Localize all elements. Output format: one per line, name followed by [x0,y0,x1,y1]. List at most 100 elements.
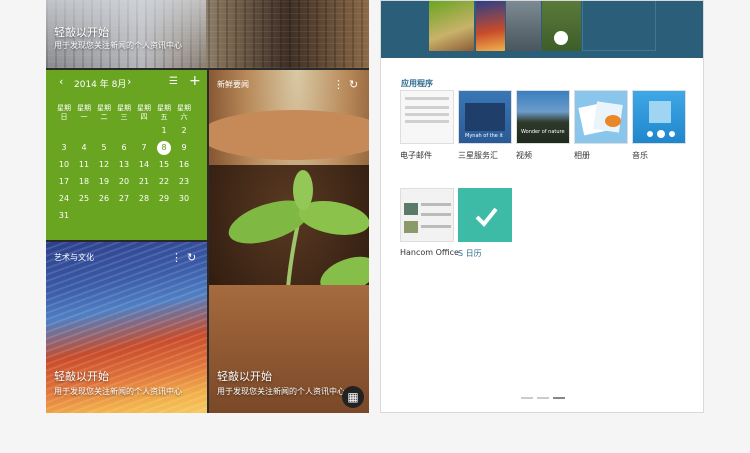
weekday-label: 星期三 [114,104,134,122]
calendar-day[interactable]: 20 [116,175,132,189]
news-tile-plant[interactable]: 新鲜要闻 ⋮ ↻ 轻敲以开始 用于发现您关注新闻的个人资讯中心 [209,70,369,413]
checkmark-icon [475,207,498,227]
calendar-day[interactable]: 7 [136,141,152,155]
calendar-day[interactable]: 2 [176,124,192,138]
app-label: 电子邮件 [400,151,432,160]
app-music[interactable]: 音乐 [632,90,686,161]
art-culture-tile[interactable]: 艺术与文化 ⋮ ↻ 轻敲以开始 用于发现您关注新闻的个人资讯中心 [46,242,207,413]
email-app-icon [400,90,454,144]
tablet-screen: 应用程序 电子邮件 Mynah of the it 三星服务汇 Wonder o… [380,0,704,413]
refresh-icon[interactable]: ↻ [187,251,196,264]
calendar-day-selected[interactable]: 8 [157,141,171,155]
phone-screen: 轻敲以开始 用于发现您关注新闻的个人资讯中心 ‹ 2014 年 8月 › ☰ +… [46,0,369,413]
weekday-line1: 星期 [57,104,71,112]
video-caption: Wonder of nature [521,129,565,135]
calendar-day[interactable]: 6 [116,141,132,155]
calendar-day[interactable]: 27 [116,192,132,206]
app-label: S 日历 [458,249,482,258]
calendar-day[interactable]: 1 [156,124,172,138]
video-app-icon: Wonder of nature [516,90,570,144]
calendar-day-grid: 1 2 3 4 5 6 7 8 9 10 11 12 13 14 15 16 17 18 19 20 21 22 23 24 2… [56,124,206,234]
calendar-weekday-row: 星期日星期一星期二星期三星期四星期五星期六 [54,104,204,124]
calendar-day[interactable]: 13 [116,158,132,172]
weekday-label: 星期日 [54,104,74,122]
calendar-day[interactable]: 18 [76,175,92,189]
calendar-day[interactable]: 3 [56,141,72,155]
app-label: Hancom Office [400,248,459,257]
art-tile-label: 艺术与文化 [54,253,94,262]
calendar-day[interactable]: 25 [76,192,92,206]
calendar-day[interactable]: 30 [176,192,192,206]
calendar-header: ‹ 2014 年 8月 › ☰ + [46,73,207,91]
calendar-day[interactable]: 23 [176,175,192,189]
weekday-line1: 星期 [117,104,131,112]
calendar-day[interactable]: 11 [76,158,92,172]
calendar-day[interactable]: 10 [56,158,72,172]
calendar-day[interactable]: 14 [136,158,152,172]
calendar-widget[interactable]: ‹ 2014 年 8月 › ☰ + 星期日星期一星期二星期三星期四星期五星期六 … [46,70,207,240]
calendar-day[interactable]: 17 [56,175,72,189]
refresh-icon[interactable]: ↻ [349,78,358,91]
app-email[interactable]: 电子邮件 [400,90,454,161]
page-indicator[interactable] [537,397,549,399]
calendar-day[interactable]: 24 [56,192,72,206]
calendar-day[interactable]: 9 [176,141,192,155]
app-label: 相册 [574,151,590,160]
list-view-icon[interactable]: ☰ [169,76,178,87]
calendar-day[interactable]: 16 [176,158,192,172]
apps-grid-icon[interactable]: ▦ [342,386,364,408]
weekday-line2: 五 [160,113,168,121]
calendar-day[interactable]: 31 [56,209,72,223]
preview-thumb-plant[interactable] [429,1,474,51]
calendar-day[interactable]: 22 [156,175,172,189]
weekday-line2: 三 [120,113,128,121]
calendar-day[interactable]: 15 [156,158,172,172]
next-month-button[interactable]: › [127,75,131,88]
page-indicator-active[interactable] [553,397,565,399]
news-tile-subtitle: 用于发现您关注新闻的个人资讯中心 [217,387,345,396]
news-tile-label: 新鲜要闻 [217,80,249,89]
weekday-line2: 一 [80,113,88,121]
calendar-day[interactable]: 4 [76,141,92,155]
city-tile-title: 轻敲以开始 [54,26,109,39]
hancom-office-app-icon [400,188,454,242]
calendar-day[interactable]: 29 [156,192,172,206]
weekday-line2: 二 [100,113,108,121]
samsung-hub-app-icon: Mynah of the it [458,90,512,144]
preview-thumb-sports[interactable] [542,1,581,51]
app-label: 视频 [516,151,532,160]
more-options-icon[interactable]: ⋮ [333,78,344,91]
tablet-top-panel [381,1,703,58]
more-options-icon[interactable]: ⋮ [171,251,182,264]
preview-thumb-art[interactable] [476,1,505,51]
weekday-label: 星期五 [154,104,174,122]
page-indicator[interactable] [521,397,533,399]
app-hancom-office[interactable]: Hancom Office [400,188,459,257]
weekday-label: 星期四 [134,104,154,122]
weekday-line1: 星期 [137,104,151,112]
pot-rim [209,110,369,160]
weekday-label: 星期二 [94,104,114,122]
calendar-day[interactable]: 28 [136,192,152,206]
weekday-line1: 星期 [77,104,91,112]
preview-thumb-tech[interactable] [506,1,541,51]
calendar-day[interactable]: 19 [96,175,112,189]
city-tile-subtitle: 用于发现您关注新闻的个人资讯中心 [54,41,182,50]
s-calendar-app-icon [458,188,512,242]
prev-month-button[interactable]: ‹ [59,75,63,88]
calendar-day[interactable]: 12 [96,158,112,172]
calendar-day[interactable]: 5 [96,141,112,155]
app-samsung-hub[interactable]: Mynah of the it 三星服务汇 [458,90,512,161]
app-video[interactable]: Wonder of nature 视频 [516,90,570,161]
calendar-day[interactable]: 26 [96,192,112,206]
art-tile-title: 轻敲以开始 [54,370,109,383]
weekday-line2: 六 [180,113,188,121]
calendar-day[interactable]: 21 [136,175,152,189]
add-event-icon[interactable]: + [189,73,201,89]
news-tile-city[interactable]: 轻敲以开始 用于发现您关注新闻的个人资讯中心 [46,0,369,68]
hub-tile-caption: Mynah of the it [465,133,503,139]
app-gallery[interactable]: 相册 [574,90,628,161]
music-app-icon [632,90,686,144]
art-tile-subtitle: 用于发现您关注新闻的个人资讯中心 [54,387,182,396]
app-s-calendar[interactable]: S 日历 [458,188,512,259]
